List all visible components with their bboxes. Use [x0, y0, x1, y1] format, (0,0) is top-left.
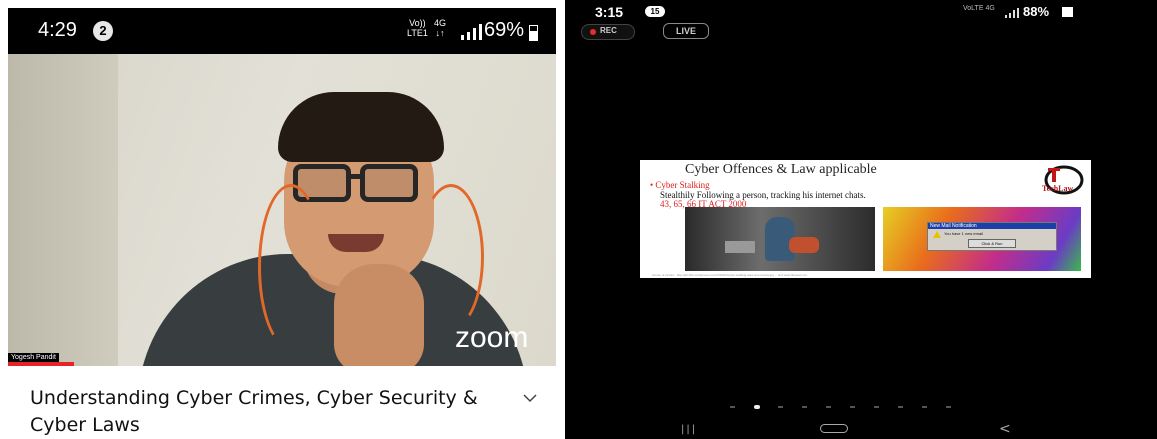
page-dot [778, 406, 783, 408]
video-title: Understanding Cyber Crimes, Cyber Securi… [30, 387, 478, 436]
page-dot [802, 406, 807, 408]
notification-dialog: New Mail Notification You have 1 new ema… [927, 222, 1057, 251]
status-bar: 4:29 2 Vo)) LTE1 4G ↓↑ 69% [8, 8, 556, 54]
battery-icon [1062, 7, 1073, 17]
page-dot [754, 405, 760, 409]
page-dot [826, 406, 831, 408]
glasses-right-lens [360, 164, 418, 202]
video-progress-bar[interactable] [8, 362, 74, 366]
record-dot-icon [590, 29, 596, 35]
slide-title: Cyber Offences & Law applicable [685, 162, 877, 177]
page-dot [946, 406, 951, 408]
battery-icon [529, 25, 538, 41]
glasses-bridge [348, 174, 364, 179]
left-phone-screen: 4:29 2 Vo)) LTE1 4G ↓↑ 69% zoom Yogesh Pan… [0, 0, 556, 439]
participant-name-tag: Yogesh Pandit [8, 353, 59, 362]
dialog-button: Click & Run [968, 239, 1016, 248]
clock: 4:29 [38, 19, 77, 41]
laptop-shape [725, 241, 755, 253]
mail-notification-image: New Mail Notification You have 1 new ema… [883, 207, 1081, 271]
video-player[interactable]: zoom Yogesh Pandit [8, 54, 556, 366]
page-dot [730, 406, 735, 408]
notification-badge: 15 [645, 6, 665, 17]
recent-apps-button[interactable]: ||| [681, 424, 697, 435]
rec-indicator: REC [581, 24, 635, 40]
logo-text: TechLaw [1042, 184, 1074, 193]
page-dot [874, 406, 879, 408]
volte-indicator: Vo)) LTE1 [407, 18, 428, 38]
stalking-photo [685, 207, 875, 271]
techlaw-logo-icon [1044, 165, 1084, 195]
slide-bullet: • Cyber Stalking [650, 180, 710, 190]
signal-icon [461, 24, 482, 40]
dialog-message: You have 1 new email [944, 231, 983, 236]
page-indicator [730, 405, 980, 412]
slide-caption: source of picture - http://jkrt15in.word… [652, 273, 807, 277]
live-badge: LIVE [663, 23, 709, 39]
network-indicator: VoLTE 4G [963, 5, 995, 12]
page-dot [922, 406, 927, 408]
speaker-hand [334, 264, 424, 366]
page-dot [850, 406, 855, 408]
background-door [8, 54, 118, 366]
presentation-slide[interactable]: Cyber Offences & Law applicable • Cyber … [640, 160, 1091, 278]
home-button[interactable] [820, 424, 848, 433]
navigation-bar: ||| < [565, 420, 1157, 439]
dialog-title: New Mail Notification [928, 223, 1056, 229]
seat-shape [789, 237, 819, 253]
4g-indicator: 4G ↓↑ [434, 18, 447, 38]
battery-percent: 69% [484, 19, 525, 41]
speaker-hair [278, 92, 444, 162]
warning-icon [933, 231, 941, 238]
page-dot [898, 406, 903, 408]
battery-percent: 88% [1023, 4, 1050, 19]
right-phone-screen: 3:15 15 VoLTE 4G 88% REC LIVE Cyber Offe… [565, 0, 1157, 439]
clock: 3:15 [595, 4, 624, 20]
earphone-cable-left [258, 184, 324, 350]
chevron-down-icon[interactable] [522, 390, 538, 406]
zoom-watermark: zoom [455, 321, 529, 354]
rec-label: REC [600, 26, 617, 35]
back-button[interactable]: < [999, 421, 1011, 437]
signal-icon [1005, 8, 1019, 18]
notification-badge: 2 [93, 21, 113, 41]
earphone-cable-right [418, 184, 484, 330]
